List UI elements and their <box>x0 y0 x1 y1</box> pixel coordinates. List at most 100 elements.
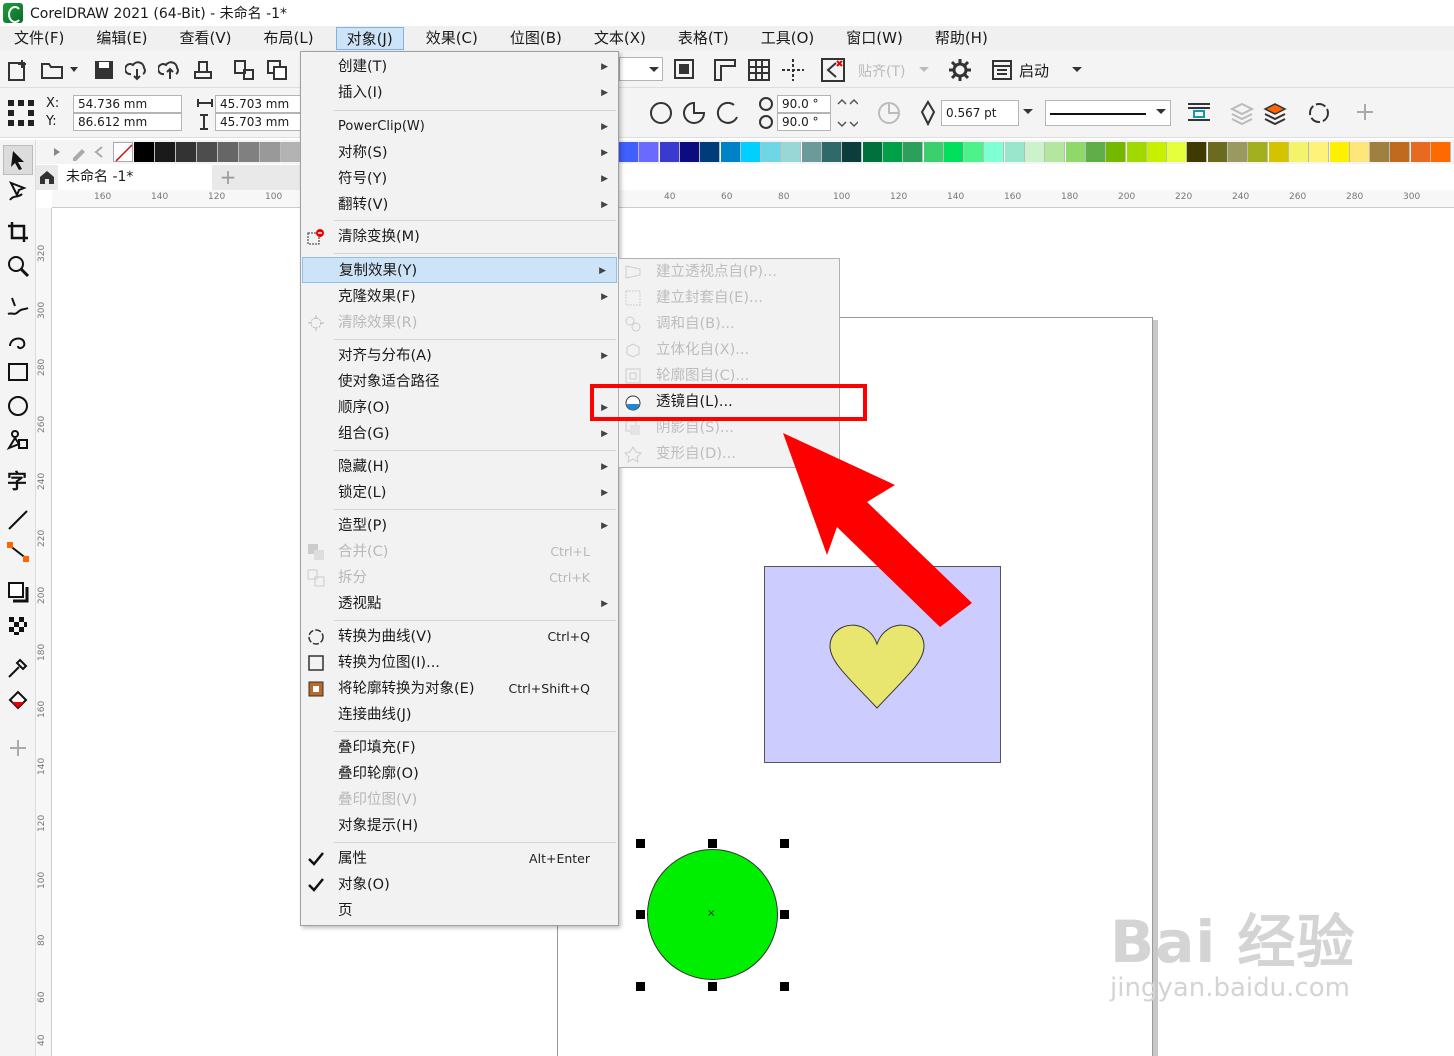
menu-item-object-hints[interactable]: 对象提示(H) <box>301 813 618 839</box>
width-field[interactable]: 45.703 mm <box>215 95 300 113</box>
import-icon[interactable] <box>232 58 256 82</box>
palette-swatch[interactable] <box>761 142 782 162</box>
ellipse-mode-icon[interactable] <box>648 100 674 126</box>
palette-swatch[interactable] <box>1390 142 1411 162</box>
x-position-field[interactable]: 54.736 mm <box>73 95 182 113</box>
eyedropper-palette-icon[interactable] <box>70 143 88 161</box>
connector-tool-icon[interactable] <box>6 540 30 564</box>
menu-item-symmetry[interactable]: 对称(S) ▶ <box>301 140 618 166</box>
palette-swatch[interactable] <box>1126 142 1147 162</box>
freehand-tool-icon[interactable] <box>6 294 30 318</box>
menu-item-combine[interactable]: 合并(C) Ctrl+L <box>301 539 618 565</box>
menu-help[interactable]: 帮助(H) <box>925 27 998 50</box>
menu-object[interactable]: 对象(J) <box>335 27 404 50</box>
add-tool-icon[interactable] <box>6 736 30 760</box>
menu-item-align-distribute[interactable]: 对齐与分布(A) ▶ <box>301 343 618 369</box>
new-document-icon[interactable] <box>6 58 30 82</box>
home-icon[interactable] <box>39 170 55 184</box>
menu-item-perspective-point[interactable]: 透视點 ▶ <box>301 591 618 617</box>
menu-item-clear-transform[interactable]: 清除变换(M) <box>301 224 618 250</box>
palette-swatch[interactable] <box>842 142 863 162</box>
outline-width-field[interactable]: 0.567 pt <box>941 100 1019 126</box>
vertical-ruler[interactable]: 320 300 280 260 240 220 200 180 160 140 … <box>36 208 52 1056</box>
dimension-tool-icon[interactable] <box>6 508 30 532</box>
convert-to-curves-icon[interactable] <box>1306 100 1332 126</box>
palette-swatch[interactable] <box>923 142 944 162</box>
selection-handle[interactable] <box>780 982 789 991</box>
palette-swatch[interactable] <box>1025 142 1045 162</box>
shape-tool-icon[interactable] <box>6 180 30 204</box>
cloud-download-icon[interactable] <box>125 58 149 82</box>
palette-swatch[interactable] <box>1431 142 1451 162</box>
palette-swatch[interactable] <box>700 142 721 162</box>
palette-swatch[interactable] <box>862 142 883 162</box>
palette-swatch[interactable] <box>822 142 842 162</box>
palette-swatch[interactable] <box>1329 142 1350 162</box>
palette-scroll-left-icon[interactable] <box>94 145 104 159</box>
palette-swatch[interactable] <box>1410 142 1431 162</box>
menu-item-fit-path[interactable]: 使对象适合路径 <box>301 369 618 395</box>
snap-to-label[interactable]: 贴齐(T) <box>858 61 905 81</box>
y-position-field[interactable]: 86.612 mm <box>73 113 182 131</box>
ellipse-tool-icon[interactable] <box>6 394 30 418</box>
swatch-black[interactable] <box>134 142 155 162</box>
palette-swatch[interactable] <box>781 142 802 162</box>
menu-item-clear-effect[interactable]: 清除效果(R) <box>301 310 618 336</box>
palette-scroll-right-icon[interactable] <box>52 146 62 158</box>
rectangle-tool-icon[interactable] <box>6 360 30 384</box>
palette-swatch[interactable] <box>1065 142 1086 162</box>
swatch-gray-90[interactable] <box>155 142 176 162</box>
height-field[interactable]: 45.703 mm <box>215 113 300 131</box>
full-screen-icon[interactable] <box>672 57 696 81</box>
transparency-tool-icon[interactable] <box>6 614 30 638</box>
menu-item-objects[interactable]: 对象(O) <box>301 872 618 898</box>
export-icon[interactable] <box>265 58 289 82</box>
palette-swatch[interactable] <box>1146 142 1167 162</box>
menu-item-break-apart[interactable]: 拆分 Ctrl+K <box>301 565 618 591</box>
text-tool-icon[interactable]: 字 <box>6 468 30 492</box>
menu-item-hide[interactable]: 隐藏(H) ▶ <box>301 454 618 480</box>
selection-handle[interactable] <box>636 982 645 991</box>
outline-width-chevron-icon[interactable] <box>1022 108 1034 116</box>
selection-handle[interactable] <box>636 910 645 919</box>
swatch-gray-70[interactable] <box>197 142 218 162</box>
horizontal-ruler[interactable]: 160 140 120 100 40 60 80 100 120 140 160… <box>52 190 1454 208</box>
launch-window-icon[interactable] <box>990 58 1014 82</box>
selection-handle[interactable] <box>780 839 789 848</box>
menu-item-overprint-outline[interactable]: 叠印轮廓(O) <box>301 761 618 787</box>
palette-swatch[interactable] <box>943 142 964 162</box>
menu-window[interactable]: 窗口(W) <box>836 27 913 50</box>
add-property-icon[interactable] <box>1355 102 1375 122</box>
open-folder-icon[interactable] <box>40 58 64 82</box>
pie-mode-icon[interactable] <box>681 100 707 126</box>
launch-label[interactable]: 启动 <box>1019 60 1049 81</box>
wrap-text-icon[interactable] <box>1186 100 1212 126</box>
palette-swatch[interactable] <box>720 142 741 162</box>
save-icon[interactable] <box>92 58 116 82</box>
palette-swatch[interactable] <box>882 142 903 162</box>
menu-item-insert[interactable]: 插入(I) ▶ <box>301 80 618 106</box>
open-dropdown-chevron-icon[interactable] <box>68 65 80 75</box>
menu-item-order[interactable]: 顺序(O) ▶ <box>301 395 618 421</box>
palette-swatch[interactable] <box>1187 142 1208 162</box>
submenu-item-perspective-from[interactable]: 建立透视点自(P)... <box>619 259 839 285</box>
line-style-dropdown[interactable] <box>1045 100 1171 126</box>
swatch-gray-50[interactable] <box>239 142 260 162</box>
submenu-item-blend-from[interactable]: 调和自(B)... <box>619 311 839 337</box>
selection-handle[interactable] <box>636 839 645 848</box>
alignment-guides-icon[interactable] <box>820 57 846 83</box>
angle-spinner-icon[interactable] <box>834 96 858 130</box>
document-tab[interactable]: 未命名 -1* <box>58 165 212 190</box>
menu-tools[interactable]: 工具(O) <box>751 27 825 50</box>
menu-item-convert-to-bitmap[interactable]: 转换为位图(I)... <box>301 650 618 676</box>
selection-handle[interactable] <box>708 839 717 848</box>
palette-swatch[interactable] <box>801 142 822 162</box>
palette-swatch[interactable] <box>679 142 700 162</box>
menu-item-clone-effect[interactable]: 克隆效果(F) ▶ <box>301 284 618 310</box>
menu-item-pages[interactable]: 页 <box>301 898 618 924</box>
palette-swatch[interactable] <box>659 142 680 162</box>
selection-handle[interactable] <box>780 910 789 919</box>
palette-swatch[interactable] <box>1349 142 1370 162</box>
interactive-fill-tool-icon[interactable] <box>6 688 30 712</box>
menu-item-join-curves[interactable]: 连接曲线(J) <box>301 702 618 728</box>
